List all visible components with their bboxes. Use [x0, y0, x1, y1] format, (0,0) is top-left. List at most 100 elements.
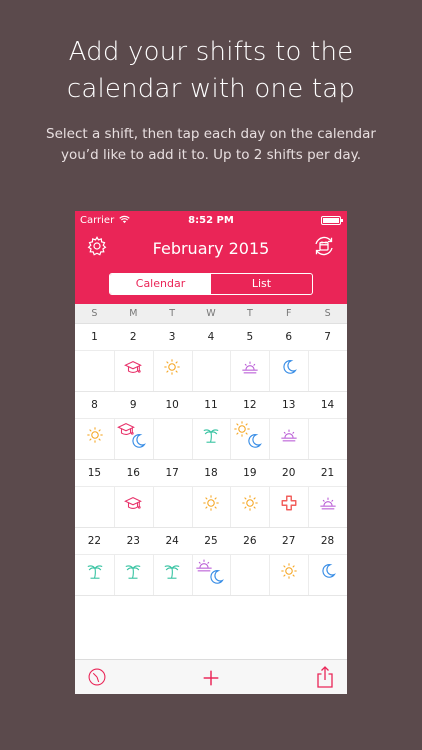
sunrise-icon [319, 494, 337, 512]
cell-divider [230, 350, 232, 391]
weekday-label: W [206, 308, 216, 319]
calendar-day-cell[interactable]: 1 [75, 324, 114, 391]
calendar-day-cell[interactable]: 18 [191, 460, 231, 527]
day-number: 26 [243, 535, 257, 547]
weekday-label: M [129, 308, 138, 319]
weekday-label: S [91, 308, 98, 319]
calendar-day-cell[interactable]: 26 [230, 528, 269, 595]
cell-divider [308, 554, 310, 595]
calendar-day-cell[interactable]: 11 [191, 392, 231, 459]
day-number: 22 [87, 535, 102, 547]
cell-divider [269, 554, 271, 595]
sun-icon [280, 562, 298, 580]
segment-calendar[interactable]: Calendar [110, 274, 211, 294]
cell-divider [191, 554, 193, 595]
day-number: 21 [320, 467, 335, 479]
day-number: 16 [126, 467, 140, 479]
day-number: 3 [168, 331, 176, 343]
calendar-day-cell[interactable]: 7 [308, 324, 347, 391]
weekday-label: F [285, 308, 292, 319]
add-shift-icon[interactable] [200, 667, 222, 689]
calendar-day-cell[interactable]: 3 [152, 324, 192, 391]
app-header: Carrier 8:52 PM February 2015 Calendar L… [75, 211, 347, 304]
calendar-day-cell[interactable]: 8 [75, 392, 114, 459]
sun-icon [202, 494, 220, 512]
calendar-day-cell[interactable]: 19 [230, 460, 269, 527]
bottom-toolbar [75, 659, 347, 694]
cell-divider [230, 554, 232, 595]
day-number: 11 [204, 399, 218, 411]
weekday-label: S [324, 308, 331, 319]
day-number: 4 [207, 331, 215, 343]
cell-divider [269, 486, 271, 527]
status-time: 8:52 PM [188, 215, 234, 226]
sun-icon [241, 494, 259, 512]
calendar-week-row: 8 9 10 11 12 13 14 [75, 392, 347, 460]
day-number: 23 [126, 535, 140, 547]
day-number: 19 [243, 467, 257, 479]
palm-icon [86, 562, 104, 580]
sync-calendar-icon[interactable] [312, 234, 336, 258]
calendar-week-row: 22 23 24 25 26 27 28 [75, 528, 347, 596]
moon-icon [245, 432, 263, 450]
day-number: 2 [129, 331, 137, 343]
promo-subheadline: Select a shift, then tap each day on the… [20, 124, 402, 166]
sun-icon [163, 358, 181, 376]
month-title: February 2015 [152, 239, 270, 258]
settings-gear-icon[interactable] [86, 235, 108, 257]
moon-icon [207, 568, 225, 586]
clock-icon[interactable] [87, 667, 107, 687]
promo-subheadline-line2: you’d like to add it to. Up to 2 shifts … [60, 147, 362, 163]
grad-cap-icon [124, 494, 143, 512]
calendar-day-cell[interactable]: 5 [230, 324, 269, 391]
calendar-day-cell[interactable]: 23 [113, 528, 153, 595]
calendar-day-cell[interactable]: 16 [113, 460, 153, 527]
promo-headline-line2: calendar with one tap [66, 74, 356, 104]
day-number: 25 [204, 535, 218, 547]
calendar-grid: 1 2 3 4 5 6 7 8 9 10 11 12 13 14 15 16 17 18 19 20 21 22 23 24 2… [75, 324, 347, 596]
calendar-day-cell[interactable]: 17 [152, 460, 192, 527]
day-number: 14 [320, 399, 335, 411]
calendar-day-cell[interactable]: 9 [113, 392, 153, 459]
weekday-label: T [246, 308, 253, 319]
cell-divider [191, 350, 193, 391]
calendar-day-cell[interactable]: 25 [191, 528, 231, 595]
calendar-day-cell[interactable]: 6 [269, 324, 308, 391]
day-number: 5 [246, 331, 254, 343]
share-icon[interactable] [315, 665, 335, 689]
calendar-day-cell[interactable]: 12 [230, 392, 269, 459]
calendar-day-cell[interactable]: 2 [113, 324, 153, 391]
sun-icon [86, 426, 104, 444]
calendar-day-cell[interactable]: 24 [152, 528, 192, 595]
day-number: 6 [285, 331, 293, 343]
calendar-day-cell[interactable]: 13 [269, 392, 308, 459]
view-segmented-control: Calendar List [109, 273, 313, 295]
calendar-day-cell[interactable]: 14 [308, 392, 347, 459]
cell-divider [308, 486, 310, 527]
medical-cross-icon [280, 494, 298, 512]
cell-divider [113, 554, 115, 595]
calendar-day-cell[interactable]: 20 [269, 460, 308, 527]
grad-cap-icon [124, 358, 143, 376]
calendar-day-cell[interactable]: 27 [269, 528, 308, 595]
calendar-day-cell[interactable]: 28 [308, 528, 347, 595]
calendar-day-cell[interactable]: 22 [75, 528, 114, 595]
sunrise-icon [241, 358, 259, 376]
cell-divider [152, 350, 154, 391]
moon-icon [280, 358, 298, 376]
day-number: 18 [204, 467, 218, 479]
day-number: 7 [324, 331, 331, 343]
day-number: 10 [165, 399, 179, 411]
day-number: 15 [87, 467, 102, 479]
cell-divider [269, 350, 271, 391]
cell-divider [113, 486, 115, 527]
calendar-day-cell[interactable]: 4 [191, 324, 231, 391]
calendar-day-cell[interactable]: 15 [75, 460, 114, 527]
calendar-day-cell[interactable]: 10 [152, 392, 192, 459]
promo-headline: Add your shifts to the calendar with one… [0, 34, 422, 108]
cell-divider [152, 554, 154, 595]
calendar-week-row: 15 16 17 18 19 20 21 [75, 460, 347, 528]
palm-icon [202, 426, 220, 444]
segment-list[interactable]: List [211, 274, 312, 294]
calendar-day-cell[interactable]: 21 [308, 460, 347, 527]
